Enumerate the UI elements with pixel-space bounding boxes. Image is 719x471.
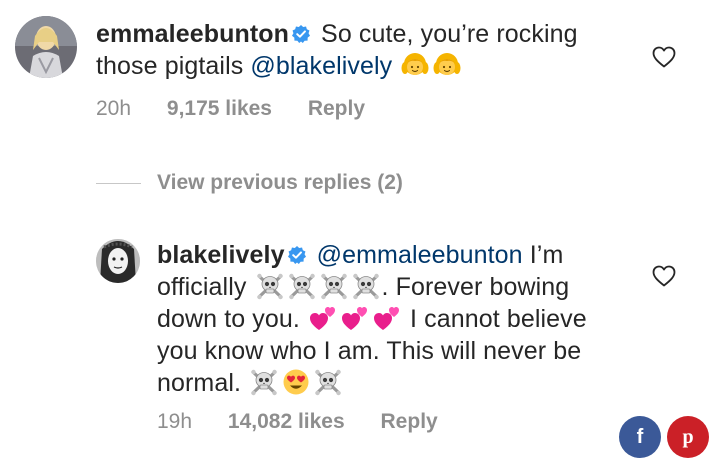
girl-blonde-emoji — [401, 51, 429, 79]
instagram-comments-page: emmaleebunton So cute, you’re rocking th… — [0, 0, 719, 471]
comment-timestamp: 19h — [157, 410, 193, 433]
mention-link[interactable]: @blakelively — [250, 52, 392, 80]
verified-badge-icon — [288, 246, 306, 264]
two-hearts-emoji — [341, 304, 369, 332]
girl-blonde-emoji — [433, 51, 461, 79]
likes-count[interactable]: 9,175 likes — [167, 97, 272, 120]
comment-meta: 20h 9,175 likes Reply — [96, 97, 395, 121]
verified-badge-icon — [292, 25, 310, 43]
two-hearts-emoji — [373, 304, 401, 332]
skull-crossbones-emoji — [314, 368, 342, 396]
skull-crossbones-emoji — [256, 272, 284, 300]
heart-eyes-emoji — [282, 368, 310, 396]
view-previous-replies[interactable]: View previous replies (2) — [96, 168, 403, 198]
facebook-icon: f — [636, 425, 644, 448]
comment-meta: 19h 14,082 likes Reply — [157, 410, 468, 434]
comment-timestamp: 20h — [96, 97, 132, 120]
pinterest-icon: p — [682, 425, 694, 448]
comment-username[interactable]: blakelively — [157, 241, 285, 269]
comment-blakelively: blakelively @emmaleebunton I’m officiall… — [157, 239, 627, 399]
like-heart-icon[interactable] — [652, 46, 676, 68]
view-previous-replies-label: View previous replies (2) — [157, 171, 403, 194]
skull-crossbones-emoji — [320, 272, 348, 300]
reply-button[interactable]: Reply — [381, 410, 438, 433]
comment-username[interactable]: emmaleebunton — [96, 20, 289, 48]
two-hearts-emoji — [309, 304, 337, 332]
like-heart-icon[interactable] — [652, 265, 676, 287]
reply-button[interactable]: Reply — [308, 97, 365, 120]
facebook-share-button[interactable]: f — [619, 416, 661, 458]
pinterest-share-button[interactable]: p — [667, 416, 709, 458]
skull-crossbones-emoji — [352, 272, 380, 300]
likes-count[interactable]: 14,082 likes — [228, 410, 345, 433]
comment-emmaleebunton: emmaleebunton So cute, you’re rocking th… — [96, 18, 636, 82]
skull-crossbones-emoji — [288, 272, 316, 300]
avatar[interactable] — [96, 239, 140, 283]
avatar[interactable] — [15, 16, 77, 78]
skull-crossbones-emoji — [250, 368, 278, 396]
mention-link[interactable]: @emmaleebunton — [317, 241, 523, 269]
divider-line — [96, 182, 141, 184]
